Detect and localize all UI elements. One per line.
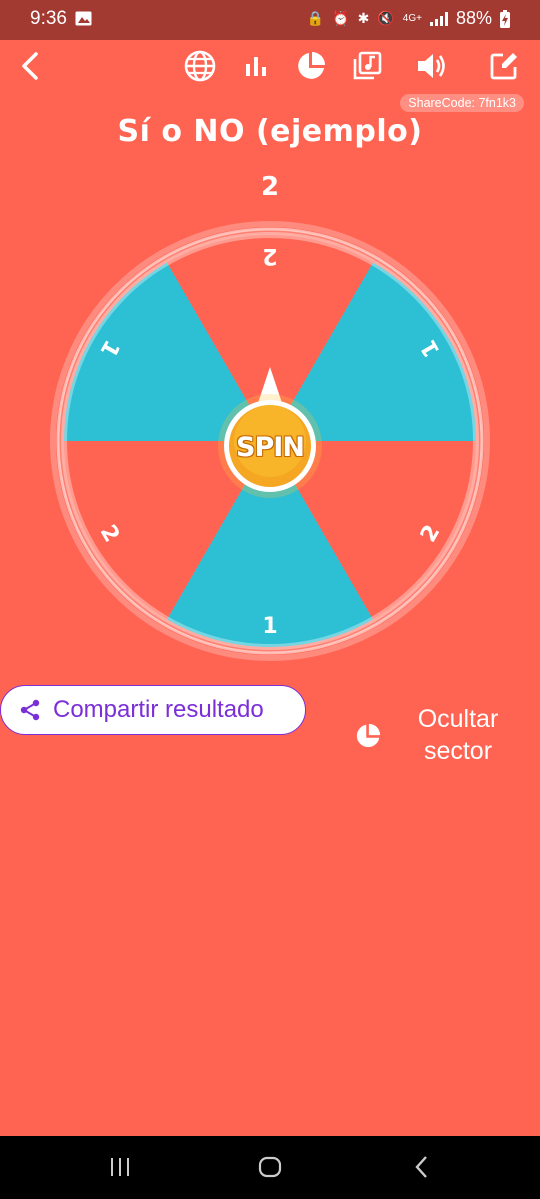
spin-label: SPIN (236, 431, 305, 463)
globe-icon[interactable] (182, 48, 218, 84)
status-icons: 🔒 ⏰ ✱ 🔇 4G+ 88% (307, 8, 510, 29)
back-icon[interactable] (12, 48, 48, 84)
music-library-icon[interactable] (349, 48, 385, 84)
hide-sector-button[interactable]: Ocultar sector (355, 703, 525, 773)
system-nav-bar (0, 1136, 540, 1199)
toolbar (0, 48, 540, 88)
mute-icon: 🔇 (377, 10, 395, 26)
result-label: 2 (260, 172, 280, 202)
edit-icon[interactable] (486, 48, 522, 84)
sector-label: 2 (262, 243, 277, 268)
lock-notification-icon: 🔒 (306, 10, 325, 26)
signal-icon (429, 11, 448, 26)
battery-icon (500, 9, 510, 28)
pie-chart-icon (356, 723, 381, 748)
status-bar: 9:36 🔒 ⏰ ✱ 🔇 4G+ 88% (0, 0, 540, 40)
spin-button[interactable]: SPIN (224, 427, 316, 467)
home-icon[interactable] (250, 1152, 290, 1182)
alarm-icon: ⏰ (332, 10, 350, 26)
share-result-button[interactable]: Compartir resultado (0, 685, 306, 735)
share-code-badge: ShareCode: 7fn1k3 (400, 94, 524, 112)
share-result-label: Compartir resultado (53, 696, 264, 723)
share-icon (20, 699, 40, 721)
back-nav-icon[interactable] (402, 1152, 442, 1182)
network-type: 4G+ (402, 13, 422, 24)
battery-percent: 88% (455, 8, 492, 28)
status-time: 9:36 (30, 8, 67, 29)
spin-wheel[interactable]: 212121 SPIN (50, 221, 490, 661)
recent-apps-icon[interactable] (100, 1152, 140, 1182)
wheel-title: Sí o NO (ejemplo) (117, 114, 423, 149)
hide-sector-label: Ocultar sector (417, 705, 499, 765)
sector-label: 1 (262, 614, 277, 639)
gallery-notification-icon (75, 11, 92, 26)
pie-chart-icon[interactable] (293, 48, 329, 84)
bluetooth-icon: ✱ (357, 10, 370, 26)
bar-chart-icon[interactable] (238, 48, 274, 84)
volume-icon[interactable] (414, 48, 450, 84)
